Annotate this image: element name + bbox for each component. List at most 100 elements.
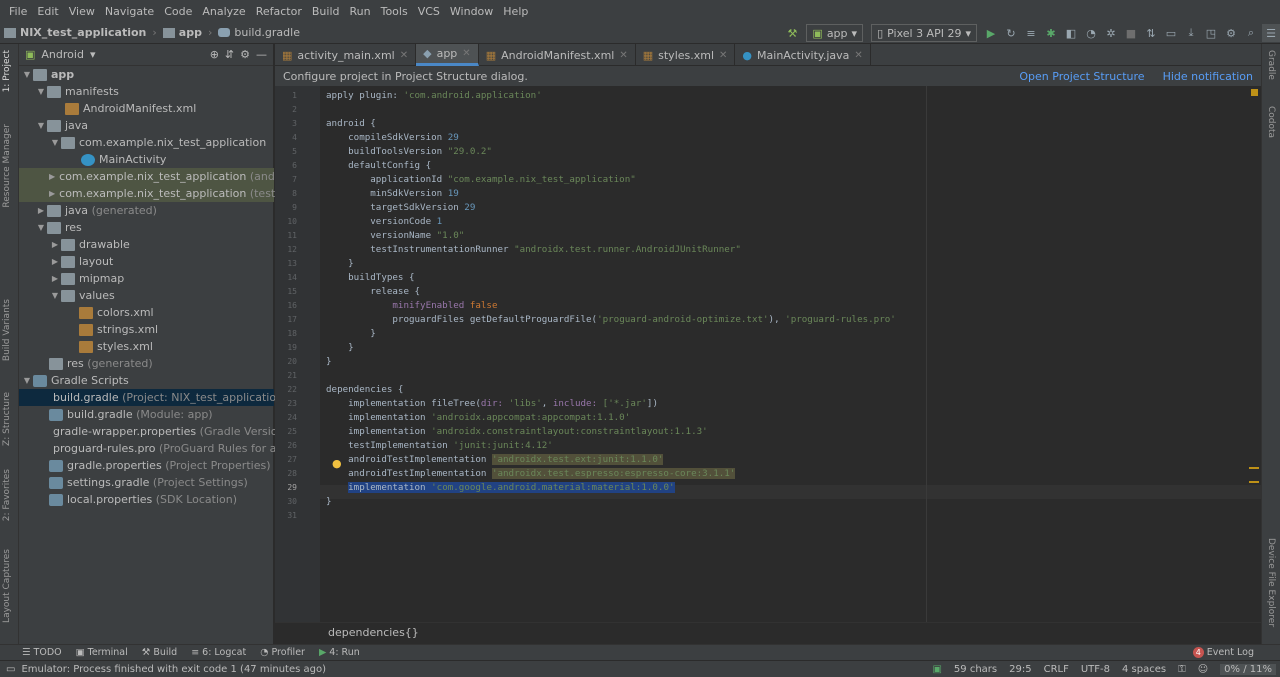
expand-arrow-icon[interactable]: ▼	[21, 376, 33, 385]
attach-debugger-icon[interactable]: ✲	[1102, 24, 1120, 42]
expand-arrow-icon[interactable]: ▼	[35, 87, 47, 96]
code-editor[interactable]: 1 2 3 4 5 6 7 8 9 10 11 12 13 14 15 16 1…	[275, 86, 1261, 622]
error-stripe-mark[interactable]	[1249, 467, 1259, 469]
gradle-tool-button[interactable]: Gradle	[1266, 50, 1276, 80]
menu-run[interactable]: Run	[345, 5, 376, 18]
tree-item-settings-gradle[interactable]: settings.gradle (Project Settings)	[19, 474, 274, 491]
build-variants-tool-button[interactable]: Build Variants	[2, 299, 12, 361]
coverage-icon[interactable]: ◧	[1062, 24, 1080, 42]
favorites-tool-button[interactable]: 2: Favorites	[2, 469, 12, 521]
breadcrumb-project[interactable]: NIX_test_application	[0, 26, 150, 39]
tree-item-package-androidtest[interactable]: ▶com.example.nix_test_application (andro…	[19, 168, 303, 185]
sdk-manager-icon[interactable]: ⤓	[1182, 24, 1200, 42]
project-tool-button[interactable]: 1: Project	[2, 50, 12, 92]
menu-vcs[interactable]: VCS	[413, 5, 445, 18]
hammer-icon[interactable]: ⚒	[783, 24, 801, 42]
file-encoding[interactable]: UTF-8	[1081, 664, 1110, 675]
build-tool-button[interactable]: ⚒ Build	[142, 647, 177, 658]
error-stripe-mark[interactable]	[1249, 481, 1259, 483]
breadcrumb-module[interactable]: app	[159, 26, 206, 39]
hide-notification-link[interactable]: Hide notification	[1163, 70, 1253, 83]
tree-item-res[interactable]: ▼ res	[19, 219, 274, 236]
memory-indicator[interactable]: 0% / 11%	[1220, 663, 1276, 675]
line-separator[interactable]: CRLF	[1044, 664, 1069, 675]
todo-tool-button[interactable]: ☰ TODO	[22, 647, 62, 658]
tree-item-layout[interactable]: ▶ layout	[19, 253, 274, 270]
indent-setting[interactable]: 4 spaces	[1122, 664, 1166, 675]
inspector-icon[interactable]: ☺	[1198, 664, 1208, 675]
breadcrumb-file[interactable]: build.gradle	[214, 26, 304, 39]
chevron-down-icon[interactable]: ▾	[90, 48, 96, 61]
expand-arrow-icon[interactable]: ▶	[49, 189, 55, 198]
menu-navigate[interactable]: Navigate	[100, 5, 159, 18]
expand-arrow-icon[interactable]: ▼	[49, 291, 61, 300]
hide-icon[interactable]: —	[256, 48, 267, 61]
search-icon[interactable]: ⌕	[1242, 24, 1260, 42]
tree-item-java-generated[interactable]: ▶ java (generated)	[19, 202, 274, 219]
assistant-icon[interactable]: ⚙	[1222, 24, 1240, 42]
tab-activity-main[interactable]: ▦ activity_main.xml ✕	[275, 44, 417, 66]
lock-icon[interactable]: ⚿	[1178, 664, 1186, 675]
resource-manager-tool-button[interactable]: Resource Manager	[2, 124, 12, 208]
tree-item-mainactivity[interactable]: MainActivity	[19, 151, 274, 168]
gear-icon[interactable]: ⚙	[240, 48, 250, 61]
tab-app-build-gradle[interactable]: ◆ app ✕	[416, 44, 479, 66]
tree-item-gradle-scripts[interactable]: ▼ Gradle Scripts	[19, 372, 274, 389]
expand-arrow-icon[interactable]: ▼	[21, 70, 33, 79]
tree-item-gradle-wrapper[interactable]: gradle-wrapper.properties (Gradle Versio…	[19, 423, 289, 440]
tree-item-colors[interactable]: colors.xml	[19, 304, 274, 321]
expand-arrow-icon[interactable]: ▶	[35, 206, 47, 215]
device-select[interactable]: ▯ Pixel 3 API 29 ▾	[871, 24, 977, 42]
open-project-structure-link[interactable]: Open Project Structure	[1019, 70, 1144, 83]
breadcrumb-dependencies[interactable]: dependencies{}	[328, 626, 419, 639]
expand-arrow-icon[interactable]: ▼	[35, 121, 47, 130]
close-icon[interactable]: ✕	[462, 48, 470, 59]
menu-file[interactable]: File	[4, 5, 32, 18]
locate-icon[interactable]: ⊕	[210, 48, 219, 61]
sync-gradle-icon[interactable]: ⇅	[1142, 24, 1160, 42]
expand-arrow-icon[interactable]: ▶	[49, 257, 61, 266]
tree-item-package-main[interactable]: ▼ com.example.nix_test_application	[19, 134, 274, 151]
menu-help[interactable]: Help	[498, 5, 533, 18]
menu-tools[interactable]: Tools	[376, 5, 413, 18]
tree-item-local-properties[interactable]: local.properties (SDK Location)	[19, 491, 274, 508]
menu-build[interactable]: Build	[307, 5, 345, 18]
tree-item-manifests[interactable]: ▼ manifests	[19, 83, 274, 100]
menu-refactor[interactable]: Refactor	[251, 5, 307, 18]
menu-code[interactable]: Code	[159, 5, 197, 18]
tab-android-manifest[interactable]: ▦ AndroidManifest.xml ✕	[479, 44, 636, 66]
tree-item-proguard[interactable]: proguard-rules.pro (ProGuard Rules for a…	[19, 440, 295, 457]
tree-item-androidmanifest[interactable]: AndroidManifest.xml	[19, 100, 274, 117]
close-icon[interactable]: ✕	[400, 50, 408, 61]
codota-status-icon[interactable]: ▣	[932, 664, 941, 675]
structure-tool-button[interactable]: Z: Structure	[2, 392, 12, 446]
stop-icon[interactable]: ■	[1122, 24, 1140, 42]
close-icon[interactable]: ✕	[719, 50, 727, 61]
close-icon[interactable]: ✕	[854, 50, 862, 61]
settings-icon[interactable]: ☰	[1262, 24, 1280, 42]
layout-inspector-icon[interactable]: ◳	[1202, 24, 1220, 42]
expand-arrow-icon[interactable]: ▼	[35, 223, 47, 232]
codota-tool-button[interactable]: Codota	[1266, 106, 1276, 138]
profiler-tool-button[interactable]: ◔ Profiler	[260, 647, 305, 658]
apply-changes-icon[interactable]: ↻	[1002, 24, 1020, 42]
tree-item-styles[interactable]: styles.xml	[19, 338, 274, 355]
tab-mainactivity[interactable]: ● MainActivity.java ✕	[735, 44, 871, 66]
tree-item-values[interactable]: ▼ values	[19, 287, 274, 304]
event-log-button[interactable]: 4 Event Log	[1192, 647, 1280, 658]
tree-item-app[interactable]: ▼ app	[19, 66, 274, 83]
terminal-tool-button[interactable]: ▣ Terminal	[76, 647, 128, 658]
menu-analyze[interactable]: Analyze	[197, 5, 250, 18]
collapse-all-icon[interactable]: ⇵	[225, 48, 234, 61]
expand-arrow-icon[interactable]: ▶	[49, 172, 55, 181]
tree-item-strings[interactable]: strings.xml	[19, 321, 274, 338]
menu-edit[interactable]: Edit	[32, 5, 63, 18]
run-tool-button[interactable]: ▶ 4: Run	[319, 647, 360, 658]
debug-icon[interactable]: ✱	[1042, 24, 1060, 42]
project-view-select[interactable]: Android	[41, 48, 84, 61]
tree-item-build-gradle-project[interactable]: build.gradle (Project: NIX_test_applicat…	[19, 389, 287, 406]
logcat-tool-button[interactable]: ≡ 6: Logcat	[191, 647, 246, 658]
tree-item-build-gradle-module[interactable]: build.gradle (Module: app)	[19, 406, 274, 423]
close-icon[interactable]: ✕	[619, 50, 627, 61]
tree-item-gradle-properties[interactable]: gradle.properties (Project Properties)	[19, 457, 274, 474]
